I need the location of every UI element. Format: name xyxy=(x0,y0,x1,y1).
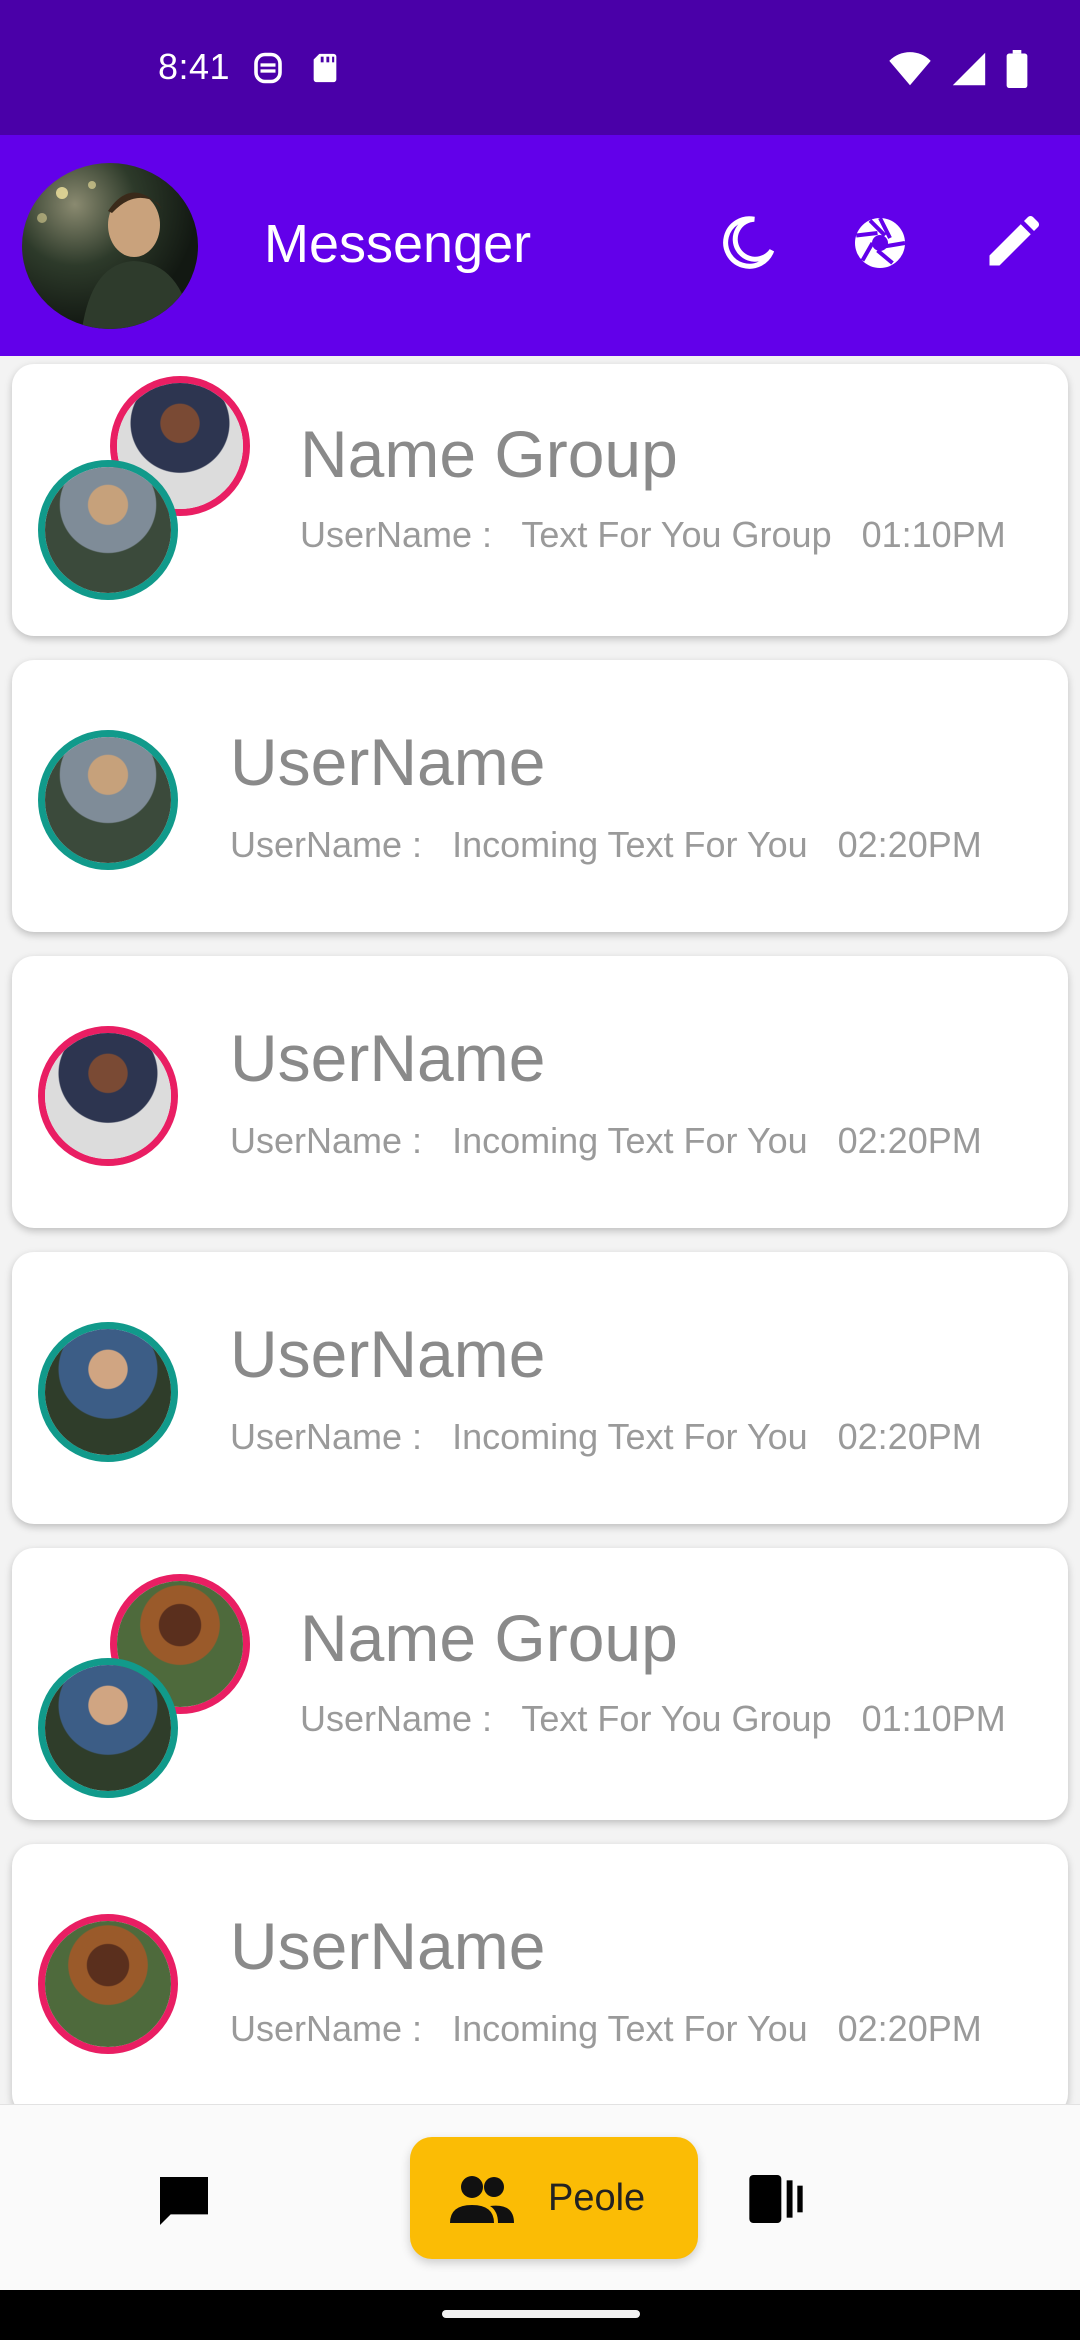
chat-preview: UserName : Text For You Group 01:10PM xyxy=(300,1698,1006,1740)
edit-pencil-icon[interactable] xyxy=(982,213,1042,273)
chat-title: Name Group xyxy=(300,1601,678,1675)
chat-title: UserName xyxy=(230,1909,546,1983)
chat-time: 02:20PM xyxy=(837,2008,982,2049)
nav-stories-button[interactable] xyxy=(744,2167,808,2231)
chat-title: UserName xyxy=(230,725,546,799)
chat-message: Text For You Group xyxy=(521,1698,832,1739)
chat-preview: UserName : Incoming Text For You 02:20PM xyxy=(230,824,982,866)
profile-photo xyxy=(37,181,192,329)
sd-card-icon xyxy=(313,53,337,83)
status-bar: 8:41 xyxy=(0,0,1080,135)
stories-icon xyxy=(749,2175,803,2223)
chat-time: 02:20PM xyxy=(837,1120,982,1161)
chat-list[interactable]: Name Group UserName : Text For You Group… xyxy=(0,356,1080,2104)
chat-preview: UserName : Incoming Text For You 02:20PM xyxy=(230,1416,982,1458)
chat-sender: UserName : xyxy=(230,1120,423,1161)
battery-icon xyxy=(1006,50,1028,88)
nav-chats-button[interactable] xyxy=(152,2169,216,2233)
chat-card[interactable]: UserName UserName : Incoming Text For Yo… xyxy=(12,956,1068,1228)
chat-message: Incoming Text For You xyxy=(452,2008,808,2049)
chat-preview: UserName : Text For You Group 01:10PM xyxy=(300,514,1006,556)
chat-bubble-icon xyxy=(160,2177,208,2225)
chat-time: 02:20PM xyxy=(837,1416,982,1457)
nav-people-button[interactable]: Peole xyxy=(410,2137,698,2259)
chat-message: Incoming Text For You xyxy=(452,1120,808,1161)
user-avatar xyxy=(38,730,178,870)
app-actions xyxy=(718,213,1042,273)
chat-card[interactable]: UserName UserName : Incoming Text For Yo… xyxy=(12,1844,1068,2104)
chat-card[interactable]: UserName UserName : Incoming Text For Yo… xyxy=(12,1252,1068,1524)
face-icon xyxy=(254,52,282,84)
group-avatar-front xyxy=(38,460,178,600)
chat-time: 01:10PM xyxy=(861,1698,1006,1739)
chat-time: 01:10PM xyxy=(861,514,1006,555)
chat-message: Text For You Group xyxy=(521,514,832,555)
chat-card-group[interactable]: Name Group UserName : Text For You Group… xyxy=(12,364,1068,636)
chat-preview: UserName : Incoming Text For You 02:20PM xyxy=(230,2008,982,2050)
chat-card-group[interactable]: Name Group UserName : Text For You Group… xyxy=(12,1548,1068,1820)
chat-sender: UserName : xyxy=(230,824,423,865)
chat-message: Incoming Text For You xyxy=(452,824,808,865)
chat-sender: UserName : xyxy=(300,1698,493,1739)
people-icon xyxy=(450,2176,514,2223)
status-left-icons xyxy=(250,50,342,86)
app-title: Messenger xyxy=(264,214,532,274)
user-avatar xyxy=(38,1322,178,1462)
chat-title: UserName xyxy=(230,1021,546,1095)
bottom-nav: Peole xyxy=(0,2104,1080,2291)
gesture-handle[interactable] xyxy=(442,2310,640,2318)
chat-message: Incoming Text For You xyxy=(452,1416,808,1457)
status-time: 8:41 xyxy=(158,46,231,87)
gesture-bar xyxy=(0,2290,1080,2340)
camera-aperture-icon[interactable] xyxy=(850,213,910,273)
chat-sender: UserName : xyxy=(230,1416,423,1457)
moon-icon[interactable] xyxy=(718,213,778,273)
chat-sender: UserName : xyxy=(300,514,493,555)
chat-time: 02:20PM xyxy=(837,824,982,865)
chat-preview: UserName : Incoming Text For You 02:20PM xyxy=(230,1120,982,1162)
app-bar: Messenger xyxy=(0,135,1080,356)
chat-sender: UserName : xyxy=(230,2008,423,2049)
profile-avatar[interactable] xyxy=(22,163,198,329)
wifi-icon xyxy=(889,52,931,86)
user-avatar xyxy=(38,1026,178,1166)
chat-title: Name Group xyxy=(300,417,678,491)
group-avatar-front xyxy=(38,1658,178,1798)
status-right-icons xyxy=(888,50,1028,88)
signal-icon xyxy=(952,52,986,86)
nav-people-label: Peole xyxy=(548,2177,646,2219)
user-avatar xyxy=(38,1914,178,2054)
chat-title: UserName xyxy=(230,1317,546,1391)
chat-card[interactable]: UserName UserName : Incoming Text For Yo… xyxy=(12,660,1068,932)
